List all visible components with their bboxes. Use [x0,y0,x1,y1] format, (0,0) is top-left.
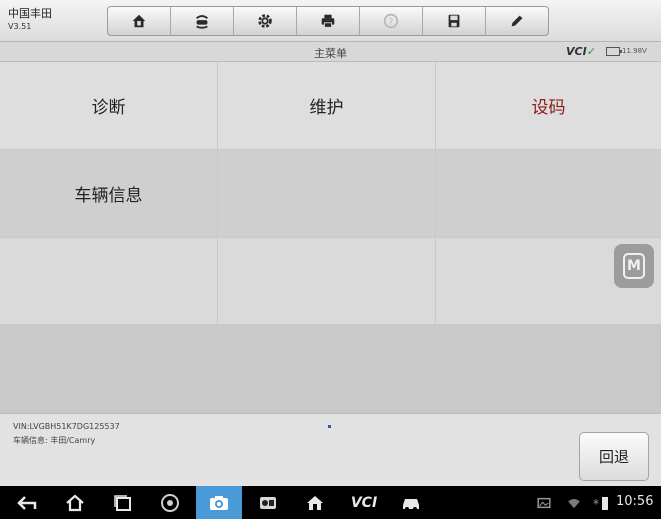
settings-button[interactable] [234,7,297,35]
home-icon [132,14,146,28]
camera-app [196,486,242,519]
menu-empty-cell [0,325,218,413]
toolbar-buttons: ? [107,6,549,36]
nav-home-button[interactable] [60,486,90,519]
back-arrow-icon [17,495,37,510]
vci-connected-icon: ✓ [586,45,596,58]
camera-icon [210,495,228,510]
image-icon [537,497,551,508]
home-icon [307,495,323,510]
menu-item-label: 诊断 [91,97,126,118]
menu-empty-cell [218,237,436,326]
menu-item-maintenance[interactable]: 维护 [218,62,436,150]
page-title: 主菜单 [314,47,347,60]
subtitle-bar: 主菜单 VCI✓ 11.98V [0,42,661,62]
menu-empty-cell [436,325,661,413]
svg-text:?: ? [389,18,394,28]
media-icon [260,496,276,509]
menu-item-coding[interactable]: 设码 [436,62,661,150]
menu-empty-cell [218,325,436,413]
back-button[interactable]: 回退 [579,432,649,481]
chrome-icon [161,493,179,512]
page-indicator [328,425,331,428]
clock: 10:56 [616,494,654,509]
browser-app[interactable] [155,486,185,519]
svg-text:*: * [593,497,599,511]
screenshot-notification [536,486,552,519]
battery-voltage: 11.98V [622,47,647,55]
floating-menu-tab[interactable]: M [614,244,654,288]
battery-icon [606,47,622,56]
settings-icon [258,14,272,28]
autel-home-app[interactable] [300,486,330,519]
battery-icon: * [593,496,608,511]
android-nav-bar: VCI * 10:56 [0,486,661,519]
wifi-status [566,486,582,519]
home-icon [66,494,84,511]
car-icon [403,498,419,511]
recent-apps-icon [114,494,131,511]
bluetooth-battery-status: * [590,486,612,519]
menu-item-label: 维护 [309,97,344,118]
edit-button[interactable] [486,7,548,35]
menu-item-label: 设码 [531,97,566,118]
vehicle-swap-icon [196,15,208,29]
vehicle-info-footer: VIN:LVGBH51K7DG125537 车辆信息: 丰田/Camry 回退 [0,413,661,485]
brand-name: 中国丰田 [8,7,52,20]
edit-icon [511,15,523,27]
nav-back-button[interactable] [12,486,42,519]
save-button[interactable] [423,7,486,35]
top-toolbar: 中国丰田 V3.51 ? [0,0,661,42]
vci-status: VCI✓ [566,45,596,58]
media-app[interactable] [253,486,283,519]
vci-app-label: VCI [350,494,378,511]
floating-menu-icon: M [623,253,645,279]
brand-block: 中国丰田 V3.51 [8,8,52,31]
vci-app[interactable]: VCI [344,486,384,519]
main-menu-grid: 诊断 维护 设码 车辆信息 [0,62,661,413]
help-icon: ? [383,13,399,29]
menu-empty-cell [0,237,218,326]
home-button[interactable] [108,7,171,35]
help-button[interactable]: ? [360,7,423,35]
camera-app-active[interactable] [196,486,242,519]
vin-text: VIN:LVGBH51K7DG125537 [13,422,120,431]
vci-label: VCI [566,45,587,58]
wifi-icon [568,498,580,508]
menu-item-vehicle-info[interactable]: 车辆信息 [0,149,218,238]
menu-item-diagnostics[interactable]: 诊断 [0,62,218,150]
save-icon [448,14,460,28]
vehicle-swap-button[interactable] [171,7,234,35]
app-version: V3.51 [8,22,32,31]
vehicle-text: 车辆信息: 丰田/Camry [13,436,96,445]
print-icon [321,14,335,28]
menu-item-label: 车辆信息 [74,185,143,206]
nav-recents-button[interactable] [108,486,138,519]
print-button[interactable] [297,7,360,35]
menu-empty-cell [436,149,661,238]
menu-empty-cell [218,149,436,238]
vehicle-app[interactable] [396,486,426,519]
